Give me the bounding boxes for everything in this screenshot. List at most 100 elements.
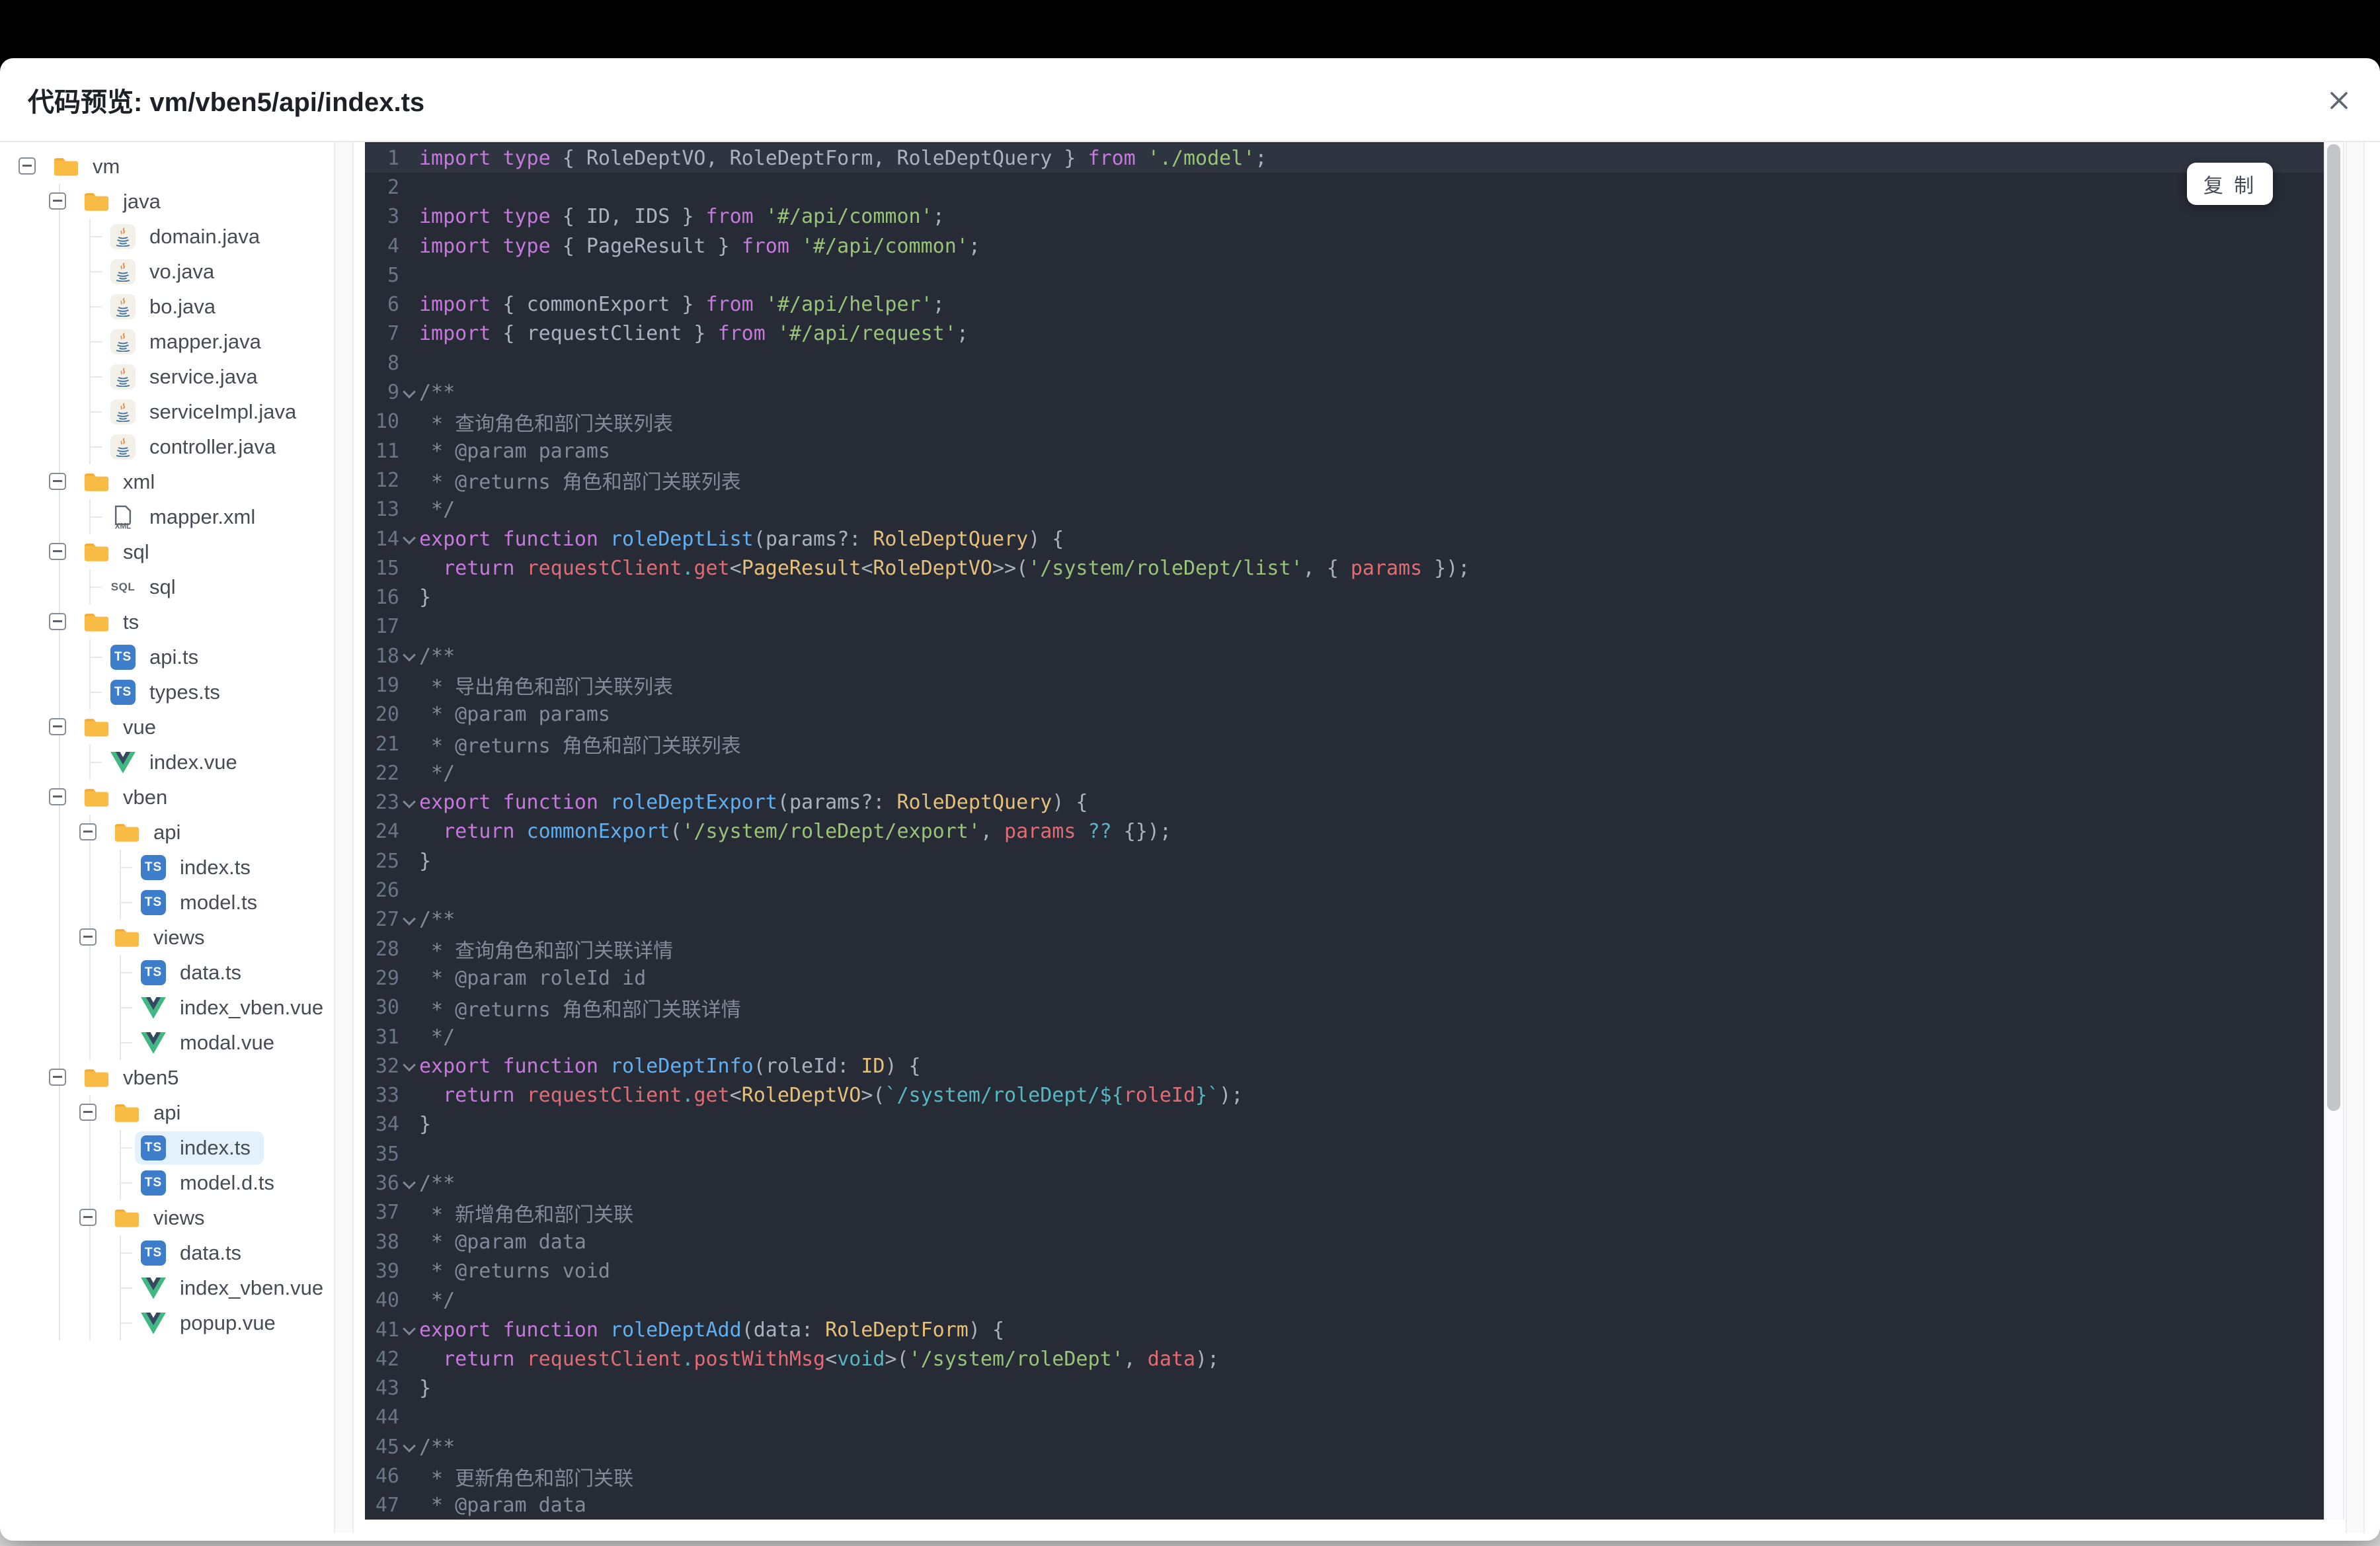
- tree-item-views[interactable]: views: [0, 920, 334, 955]
- tree-item-bo-java[interactable]: bo.java: [0, 289, 334, 324]
- tree-item-controller-java[interactable]: controller.java: [0, 429, 334, 464]
- collapse-toggle[interactable]: [49, 613, 66, 630]
- fold-icon[interactable]: [399, 1059, 419, 1072]
- tree-node[interactable]: index_vben.vue: [135, 1272, 334, 1305]
- collapse-toggle[interactable]: [49, 788, 66, 805]
- close-button[interactable]: [2324, 86, 2354, 115]
- collapse-toggle[interactable]: [79, 928, 97, 946]
- tree-item-views[interactable]: views: [0, 1200, 334, 1235]
- tree-node[interactable]: xml: [78, 466, 168, 499]
- code-line-47: 47 * @param data: [365, 1491, 2324, 1520]
- tree-scrollbar-track[interactable]: [334, 142, 354, 1533]
- tree-item-popup-vue[interactable]: popup.vue: [0, 1305, 334, 1340]
- collapse-toggle[interactable]: [79, 1209, 97, 1226]
- tree-item-data-ts[interactable]: TS data.ts: [0, 955, 334, 990]
- tree-node[interactable]: api: [108, 816, 194, 849]
- tree-node[interactable]: modal.vue: [135, 1026, 288, 1059]
- tree-node-selected[interactable]: TS index.ts: [135, 1131, 264, 1164]
- fold-icon[interactable]: [399, 1322, 419, 1336]
- tree-node[interactable]: XML mapper.xml: [104, 501, 268, 534]
- fold-icon[interactable]: [399, 648, 419, 662]
- tree-node[interactable]: mapper.java: [104, 325, 274, 358]
- tree-item-index-vben-vue[interactable]: index_vben.vue: [0, 990, 334, 1025]
- tree-node[interactable]: controller.java: [104, 430, 289, 464]
- tree-item-java[interactable]: java: [0, 184, 334, 219]
- tree-item-mapper-xml[interactable]: XML mapper.xml: [0, 499, 334, 534]
- tree-item-sql[interactable]: sql: [0, 534, 334, 569]
- collapse-toggle[interactable]: [49, 543, 66, 560]
- fold-icon[interactable]: [399, 1176, 419, 1190]
- collapse-toggle[interactable]: [79, 1104, 97, 1121]
- code-text: * @param roleId id: [419, 966, 647, 990]
- tree-node[interactable]: java: [78, 185, 174, 218]
- tree-node[interactable]: views: [108, 1201, 218, 1235]
- tree-item-sql[interactable]: SQL sql: [0, 569, 334, 604]
- tree-node[interactable]: views: [108, 921, 218, 954]
- tree-connector: [90, 692, 102, 693]
- fold-icon[interactable]: [399, 385, 419, 399]
- fold-icon[interactable]: [399, 1439, 419, 1453]
- tree-item-vm[interactable]: vm: [0, 149, 334, 184]
- collapse-toggle[interactable]: [49, 1069, 66, 1086]
- tree-node[interactable]: popup.vue: [135, 1307, 289, 1340]
- tree-item-vben[interactable]: vben: [0, 780, 334, 815]
- tree-item-serviceimpl-java[interactable]: serviceImpl.java: [0, 394, 334, 429]
- fold-icon[interactable]: [399, 531, 419, 545]
- tree-node[interactable]: vben: [78, 781, 180, 814]
- tree-guide-line: [59, 289, 60, 324]
- tree-item-model-d-ts[interactable]: TS model.d.ts: [0, 1165, 334, 1200]
- copy-button[interactable]: 复 制: [2187, 163, 2273, 205]
- tree-item-data-ts[interactable]: TS data.ts: [0, 1235, 334, 1270]
- tree-node[interactable]: vben5: [78, 1061, 192, 1094]
- tree-item-api[interactable]: api: [0, 1095, 334, 1130]
- tree-item-xml[interactable]: xml: [0, 464, 334, 499]
- tree-item-vo-java[interactable]: vo.java: [0, 254, 334, 289]
- tree-node[interactable]: serviceImpl.java: [104, 395, 309, 428]
- collapse-toggle[interactable]: [49, 473, 66, 490]
- tree-item-vue[interactable]: vue: [0, 710, 334, 745]
- collapse-toggle[interactable]: [19, 157, 36, 175]
- tree-item-api-ts[interactable]: TS api.ts: [0, 639, 334, 674]
- collapse-toggle[interactable]: [49, 718, 66, 735]
- tree-item-api[interactable]: api: [0, 815, 334, 850]
- tree-node[interactable]: TS types.ts: [104, 676, 233, 709]
- code-scrollbar-thumb[interactable]: [2327, 144, 2340, 1111]
- tree-node[interactable]: TS api.ts: [104, 641, 212, 674]
- tree-node[interactable]: TS model.ts: [135, 886, 270, 919]
- tree-item-ts[interactable]: ts: [0, 604, 334, 639]
- tree-item-index-ts[interactable]: TS index.ts: [0, 850, 334, 885]
- tree-node[interactable]: api: [108, 1096, 194, 1129]
- line-number: 47: [375, 1494, 399, 1518]
- tree-item-index-vue[interactable]: index.vue: [0, 745, 334, 780]
- tree-node[interactable]: TS data.ts: [135, 956, 255, 989]
- tree-item-modal-vue[interactable]: modal.vue: [0, 1025, 334, 1060]
- tree-item-model-ts[interactable]: TS model.ts: [0, 885, 334, 920]
- tree-node[interactable]: sql: [78, 536, 163, 569]
- tree-node[interactable]: index_vben.vue: [135, 991, 334, 1024]
- tree-node[interactable]: TS data.ts: [135, 1237, 255, 1270]
- dialog-scrollbar-track[interactable]: [2346, 142, 2365, 1533]
- tree-node[interactable]: domain.java: [104, 220, 273, 253]
- tree-item-label: index_vben.vue: [180, 996, 324, 1019]
- tree-node[interactable]: vm: [48, 150, 133, 183]
- tree-node[interactable]: bo.java: [104, 290, 229, 323]
- fold-icon[interactable]: [399, 795, 419, 809]
- tree-node[interactable]: service.java: [104, 360, 271, 393]
- tree-item-index-vben-vue[interactable]: index_vben.vue: [0, 1270, 334, 1305]
- tree-item-service-java[interactable]: service.java: [0, 359, 334, 394]
- collapse-toggle[interactable]: [79, 823, 97, 840]
- tree-node[interactable]: SQL sql: [104, 571, 189, 604]
- tree-node[interactable]: vo.java: [104, 255, 227, 288]
- tree-node[interactable]: vue: [78, 711, 169, 744]
- tree-node[interactable]: ts: [78, 606, 152, 639]
- tree-item-mapper-java[interactable]: mapper.java: [0, 324, 334, 359]
- tree-node[interactable]: TS model.d.ts: [135, 1166, 288, 1200]
- tree-item-index-ts[interactable]: TS index.ts: [0, 1130, 334, 1165]
- tree-item-types-ts[interactable]: TS types.ts: [0, 674, 334, 710]
- tree-node[interactable]: index.vue: [104, 746, 251, 779]
- tree-node[interactable]: TS index.ts: [135, 851, 264, 884]
- collapse-toggle[interactable]: [49, 192, 66, 210]
- tree-item-vben5[interactable]: vben5: [0, 1060, 334, 1095]
- tree-item-domain-java[interactable]: domain.java: [0, 219, 334, 254]
- fold-icon[interactable]: [399, 912, 419, 926]
